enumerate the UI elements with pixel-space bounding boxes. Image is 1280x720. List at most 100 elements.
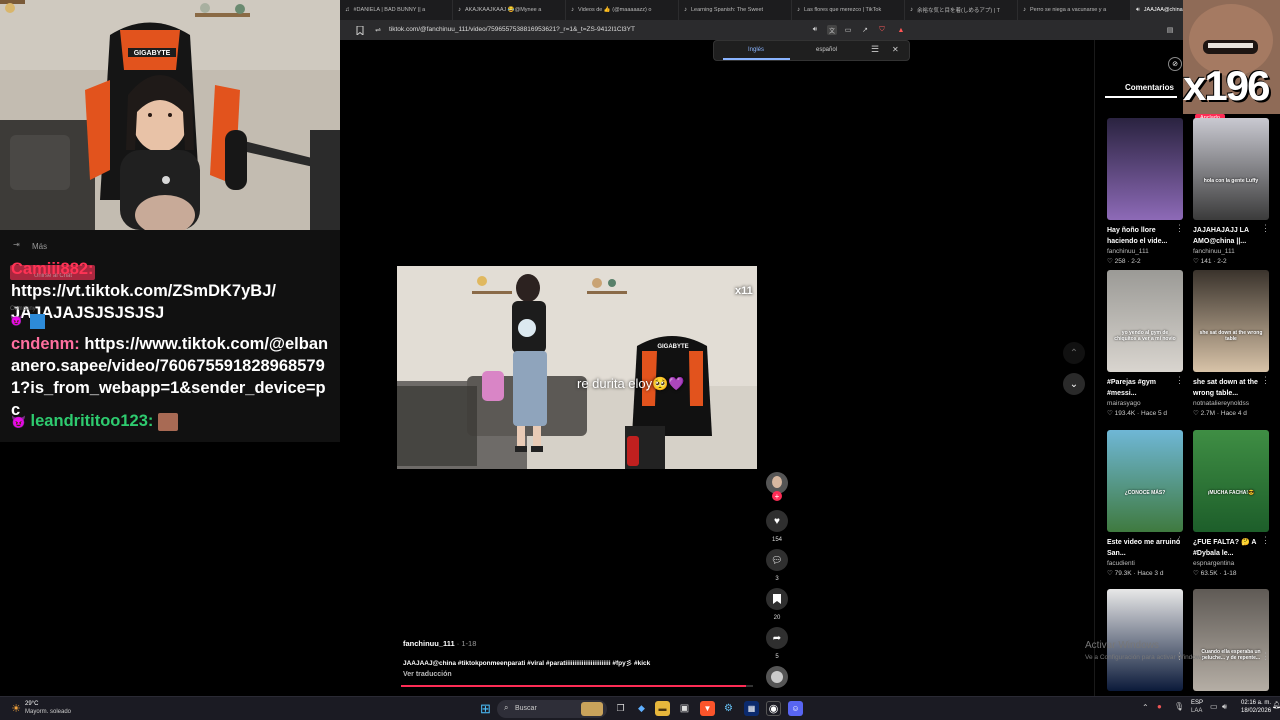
translate-to-tab[interactable]: español (816, 47, 837, 53)
video-thumbnail[interactable] (1107, 118, 1183, 220)
card-title[interactable]: JAJAHAJAJJ LA AMO@china ||... (1193, 225, 1269, 247)
task-view-icon[interactable]: ❐ (613, 701, 628, 716)
video-thumbnail[interactable]: yo yendo al gym de chiquitos a ver a mi … (1107, 270, 1183, 372)
more-options-icon[interactable]: ⋮ (1261, 223, 1270, 234)
video-author[interactable]: fanchinuu_111 (403, 639, 455, 648)
card-username[interactable]: facudienti (1107, 560, 1183, 567)
taskbar-search[interactable]: ⌕ Buscar (497, 700, 607, 718)
display-icon[interactable]: ▭ (1210, 702, 1218, 711)
related-video-card[interactable]: she sat down at the wrong table she sat d… (1193, 270, 1270, 417)
read-aloud-icon[interactable]: 🔊︎ (810, 25, 820, 35)
share-icon[interactable]: ↗ (860, 25, 870, 35)
card-username[interactable]: notnataliereynoldss (1193, 400, 1269, 407)
heart-icon: ♡ (1193, 258, 1201, 265)
previous-video-button[interactable]: ⌃ (1063, 342, 1085, 364)
video-thumbnail[interactable]: ¿CONOCE MÁS? (1107, 430, 1183, 532)
url-text[interactable]: tiktok.com/@fanchinuu_111/video/75965575… (389, 26, 635, 33)
rewards-icon[interactable]: ▲ (896, 25, 906, 35)
discord-icon[interactable]: ☺ (788, 701, 803, 716)
tiktok-video-player[interactable]: GIGABYTE re durita eloy🥺💜 x11 (397, 266, 757, 469)
video-thumbnail[interactable]: she sat down at the wrong table (1193, 270, 1269, 372)
music-disc[interactable] (766, 666, 788, 688)
more-options-icon[interactable]: ⋮ (1175, 535, 1184, 546)
brave-shield-icon[interactable]: ⛉ (877, 25, 887, 35)
card-title[interactable]: Este video me arruinó San... (1107, 537, 1183, 559)
menu-icon[interactable]: ☰ (871, 44, 879, 55)
browser-tab[interactable]: ♪ 余裕な気と目を着(しめるアプ) | T (905, 0, 1018, 20)
video-thumbnail[interactable]: ¡MUCHA FACHA!😎 (1193, 430, 1269, 532)
video-thumbnail[interactable]: Cuando ella esperaba un peluche... y de … (1193, 589, 1269, 691)
like-button[interactable]: ♥ (766, 510, 788, 532)
clock-time[interactable]: 02:16 a. m. (1241, 700, 1271, 706)
comments-tab[interactable]: Comentarios (1125, 83, 1174, 92)
next-video-button[interactable]: ⌄ (1063, 373, 1085, 395)
related-video-card[interactable]: hola con la gente Luffy JAJAHAJAJJ LA AMO… (1193, 118, 1270, 265)
site-settings-icon[interactable]: ⇌ (373, 25, 383, 35)
browser-tab[interactable]: ♪ Perro se niega a vacunarse y a (1018, 0, 1131, 20)
more-options-icon[interactable]: ⋮ (1261, 535, 1270, 546)
devil-badge-icon: 😈 (10, 316, 23, 327)
browser-tab[interactable]: ♫ #DANIELA | BAD BUNNY || a (340, 0, 453, 20)
card-likes: 193.4K (1114, 410, 1136, 417)
windows-start-icon[interactable]: ⊞ (478, 701, 493, 716)
see-translation-link[interactable]: Ver traducción (403, 671, 452, 678)
card-title[interactable]: Hay ñoño llore haciendo el vide... (1107, 225, 1183, 247)
card-username[interactable]: fanchinuu_111 (1107, 248, 1183, 255)
card-username[interactable]: espnargentina (1193, 560, 1269, 567)
related-video-card[interactable]: ¿CONOCE MÁS? Este video me arruinó San...… (1107, 430, 1184, 577)
more-options-icon[interactable]: ⋮ (1175, 375, 1184, 386)
brave-browser-icon[interactable]: ▼ (700, 701, 715, 716)
sidebar-toggle-icon[interactable]: ▤ (1165, 25, 1175, 35)
comment-button[interactable]: 💬︎ (766, 549, 788, 571)
share-button[interactable]: ➦ (766, 627, 788, 649)
sun-icon[interactable]: ☀ (9, 701, 23, 715)
card-username[interactable]: fanchinuu_111 (1193, 248, 1269, 255)
bookmark-icon[interactable] (355, 25, 365, 35)
clock-date[interactable]: 18/02/2026 (1241, 708, 1271, 714)
related-video-card[interactable]: yo yendo al gym de chiquitos a ver a mi … (1107, 270, 1184, 417)
language-code[interactable]: ESP (1191, 700, 1203, 706)
file-explorer-icon[interactable]: ▬ (655, 701, 670, 716)
card-title[interactable]: #Parejas #gym #messi... (1107, 377, 1183, 399)
card-title[interactable]: she sat down at the wrong table... (1193, 377, 1269, 399)
card-username[interactable]: mairasyago (1107, 400, 1183, 407)
browser-tab[interactable]: ♪ AKAJKAAJKAAJ 😂@Mynee a (453, 0, 566, 20)
chat-collapse-icon[interactable]: ⇥ (13, 240, 20, 249)
notification-bell-icon[interactable]: 🔔︎ (1272, 701, 1280, 709)
weather-desc: Mayorm. soleado (25, 709, 72, 715)
related-video-card[interactable]: Cuando ella esperaba un peluche... y de … (1193, 589, 1270, 691)
more-options-icon[interactable]: ⋮ (1175, 223, 1184, 234)
browser-tab[interactable]: ♪ Videos de 👍 (@maaaaazz) o (566, 0, 679, 20)
calendar-app-icon[interactable]: ▦ (744, 701, 759, 716)
compass-icon[interactable]: ⊘ (1168, 57, 1182, 71)
tray-chevron-icon[interactable]: ⌃ (1142, 703, 1149, 712)
more-options-icon[interactable]: ⋮ (1261, 651, 1270, 662)
chat-username[interactable]: leandrititoo123: (31, 412, 154, 430)
browser-tab[interactable]: ♪ Learning Spanish: The Sweet (679, 0, 792, 20)
related-video-card[interactable]: ¡MUCHA FACHA!😎 ¿FUE FALTA? 🤔 A #Dybala le… (1193, 430, 1270, 577)
save-button[interactable] (766, 588, 788, 610)
chat-username[interactable]: cndenm: (11, 335, 80, 353)
follow-plus-icon[interactable]: + (772, 491, 782, 501)
card-title[interactable]: ¿FUE FALTA? 🤔 A #Dybala le... (1193, 537, 1269, 559)
copilot-icon[interactable]: ◆ (634, 701, 649, 716)
translate-icon[interactable]: 文 (827, 25, 837, 35)
screen-icon[interactable]: ▭ (843, 25, 853, 35)
store-icon[interactable]: ▣ (677, 701, 692, 716)
translate-from-tab[interactable]: Inglés (748, 47, 764, 53)
chat-more-label[interactable]: Más (32, 242, 47, 251)
chat-username[interactable]: Camiii882: (11, 260, 94, 278)
obs-icon[interactable]: ◉ (766, 701, 781, 716)
tray-app-icon[interactable]: ● (1157, 702, 1162, 711)
volume-icon[interactable]: 🔊︎ (1222, 702, 1227, 712)
share-count: 5 (775, 654, 779, 660)
browser-tab-label: AKAJKAAJKAAJ 😂@Mynee a (465, 7, 542, 13)
close-icon[interactable]: ✕ (892, 45, 899, 54)
browser-tab[interactable]: ♪ Las flores que merezco | TikTok (792, 0, 905, 20)
more-options-icon[interactable]: ⋮ (1261, 375, 1270, 386)
video-thumbnail[interactable]: hola con la gente Luffy (1193, 118, 1269, 220)
related-video-card[interactable]: Hay ñoño llore haciendo el vide... fanchi… (1107, 118, 1184, 265)
steam-icon[interactable]: ⚙ (721, 701, 736, 716)
video-progress-track[interactable] (401, 685, 753, 687)
microphone-icon[interactable]: 🎙︎ (1174, 702, 1184, 711)
